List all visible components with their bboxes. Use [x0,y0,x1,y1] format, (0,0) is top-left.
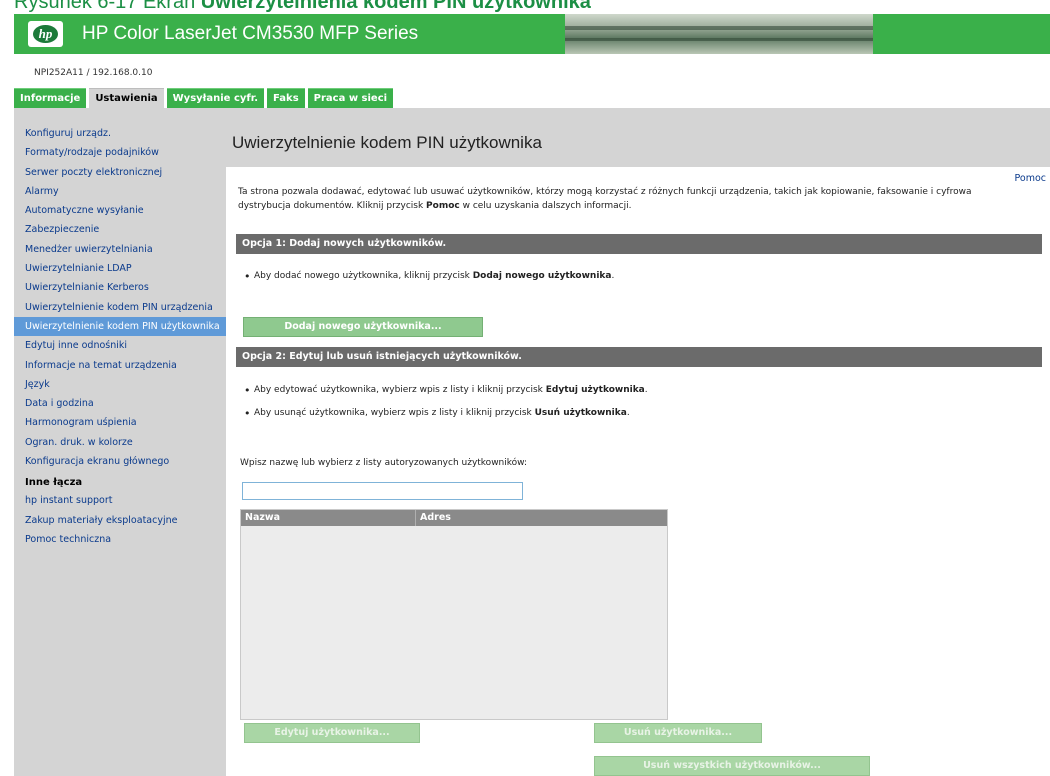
add-user-button[interactable]: Dodaj nowego użytkownika... [243,317,483,337]
tab-faks[interactable]: Faks [267,88,305,108]
product-name: HP Color LaserJet CM3530 MFP Series [82,23,419,44]
option1-bullet-text: Aby dodać nowego użytkownika, kliknij pr… [254,271,473,281]
tab-informacje[interactable]: Informacje [14,88,87,108]
sidebar-item-jezyk[interactable]: Język [14,375,226,394]
sidebar-link-pomoc-techniczna[interactable]: Pomoc techniczna [14,530,226,549]
figure-caption-title: Uwierzytelnienia kodem PIN użytkownika [200,0,591,13]
header-photo [565,14,873,54]
option1-bullet: Aby dodać nowego użytkownika, kliknij pr… [244,270,615,283]
intro-text: Ta strona pozwala dodawać, edytować lub … [238,185,1018,213]
sidebar-item-zabezpieczenie[interactable]: Zabezpieczenie [14,220,226,239]
sidebar-item-ogran-druk[interactable]: Ogran. druk. w kolorze [14,433,226,452]
column-header-address[interactable]: Adres [416,510,669,526]
help-link[interactable]: Pomoc [1015,173,1047,184]
sidebar-item-pin-urzadzenia[interactable]: Uwierzytelnienie kodem PIN urządzenia [14,298,226,317]
user-search-prompt: Wpisz nazwę lub wybierz z listy autoryzo… [240,458,528,468]
option2-bullet-edit-end: . [644,385,648,395]
option2-bullet-delete-end: . [626,408,630,418]
option2-bullet-edit: Aby edytować użytkownika, wybierz wpis z… [244,384,648,397]
tab-ustawienia[interactable]: Ustawienia [89,88,164,108]
figure-caption-middle: Ekran [137,0,201,13]
edit-user-button[interactable]: Edytuj użytkownika... [244,723,420,743]
sidebar-item-edytuj-odnosniki[interactable]: Edytuj inne odnośniki [14,336,226,355]
delete-all-users-button[interactable]: Usuń wszystkich użytkowników... [594,756,870,776]
sidebar-item-menedzer-uwierzytelniania[interactable]: Menedżer uwierzytelniania [14,240,226,259]
column-header-name[interactable]: Nazwa [241,510,416,526]
option1-bullet-end: . [611,271,615,281]
sidebar-item-formaty[interactable]: Formaty/rodzaje podajników [14,143,226,162]
photo-stripe [565,38,873,41]
sidebar-item-informacje-urzadzenie[interactable]: Informacje na temat urządzenia [14,356,226,375]
sidebar-item-konfiguruj[interactable]: Konfiguruj urządz. [14,124,226,143]
sidebar: Konfiguruj urządz. Formaty/rodzaje podaj… [14,113,226,776]
sidebar-link-hp-instant-support[interactable]: hp instant support [14,491,226,510]
sidebar-item-ldap[interactable]: Uwierzytelnianie LDAP [14,259,226,278]
sidebar-item-pin-uzytkownika[interactable]: Uwierzytelnienie kodem PIN użytkownika [14,316,226,337]
device-address: NPI252A11 / 192.168.0.10 [34,68,153,78]
figure-caption: Rysunek 6-17 Ekran Uwierzytelnienia kode… [14,0,591,13]
user-search-input[interactable] [242,482,523,500]
photo-stripe [565,26,873,30]
sidebar-item-ekran-glowny[interactable]: Konfiguracja ekranu głównego [14,452,226,471]
sidebar-item-kerberos[interactable]: Uwierzytelnianie Kerberos [14,278,226,297]
delete-user-button[interactable]: Usuń użytkownika... [594,723,762,743]
sidebar-item-harmonogram-uspienia[interactable]: Harmonogram uśpienia [14,413,226,432]
option2-bullet-edit-text: Aby edytować użytkownika, wybierz wpis z… [254,385,546,395]
tab-wysylanie-cyfr[interactable]: Wysyłanie cyfr. [166,88,265,108]
sidebar-item-serwer-poczty[interactable]: Serwer poczty elektronicznej [14,163,226,182]
option1-bullet-bold: Dodaj nowego użytkownika [472,271,612,281]
option2-bullet-delete-text: Aby usunąć użytkownika, wybierz wpis z l… [254,408,535,418]
option1-heading: Opcja 1: Dodaj nowych użytkowników. [236,234,1042,254]
option2-bullet-delete-bold: Usuń użytkownika [534,408,627,418]
figure-number: Rysunek 6-17 [14,0,138,13]
main-content: Uwierzytelnienie kodem PIN użytkownika P… [226,113,1050,776]
tab-praca-w-sieci[interactable]: Praca w sieci [307,88,394,108]
hp-logo-icon: hp [28,21,63,47]
users-table[interactable]: Nazwa Adres [240,509,668,720]
intro-help-bold: Pomoc [426,201,460,211]
option2-bullet-edit-bold: Edytuj użytkownika [545,385,645,395]
header-bar: hp HP Color LaserJet CM3530 MFP Series [14,14,1050,54]
users-table-header: Nazwa Adres [241,510,667,526]
hp-logo-text: hp [33,25,58,43]
title-band: Uwierzytelnienie kodem PIN użytkownika [226,113,1050,167]
tab-bar: Informacje Ustawienia Wysyłanie cyfr. Fa… [14,88,396,108]
sidebar-link-zakup-materialy[interactable]: Zakup materiały eksploatacyjne [14,511,226,530]
sidebar-item-automatyczne-wysylanie[interactable]: Automatyczne wysyłanie [14,201,226,220]
page-title: Uwierzytelnienie kodem PIN użytkownika [232,133,542,152]
intro-text-end: w celu uzyskania dalszych informacji. [459,201,632,211]
other-links-heading: Inne łącza [25,477,83,489]
option2-bullet-delete: Aby usunąć użytkownika, wybierz wpis z l… [244,407,630,420]
sidebar-item-alarmy[interactable]: Alarmy [14,182,226,201]
option2-heading: Opcja 2: Edytuj lub usuń istniejących uż… [236,347,1042,367]
sidebar-item-data-godzina[interactable]: Data i godzina [14,394,226,413]
